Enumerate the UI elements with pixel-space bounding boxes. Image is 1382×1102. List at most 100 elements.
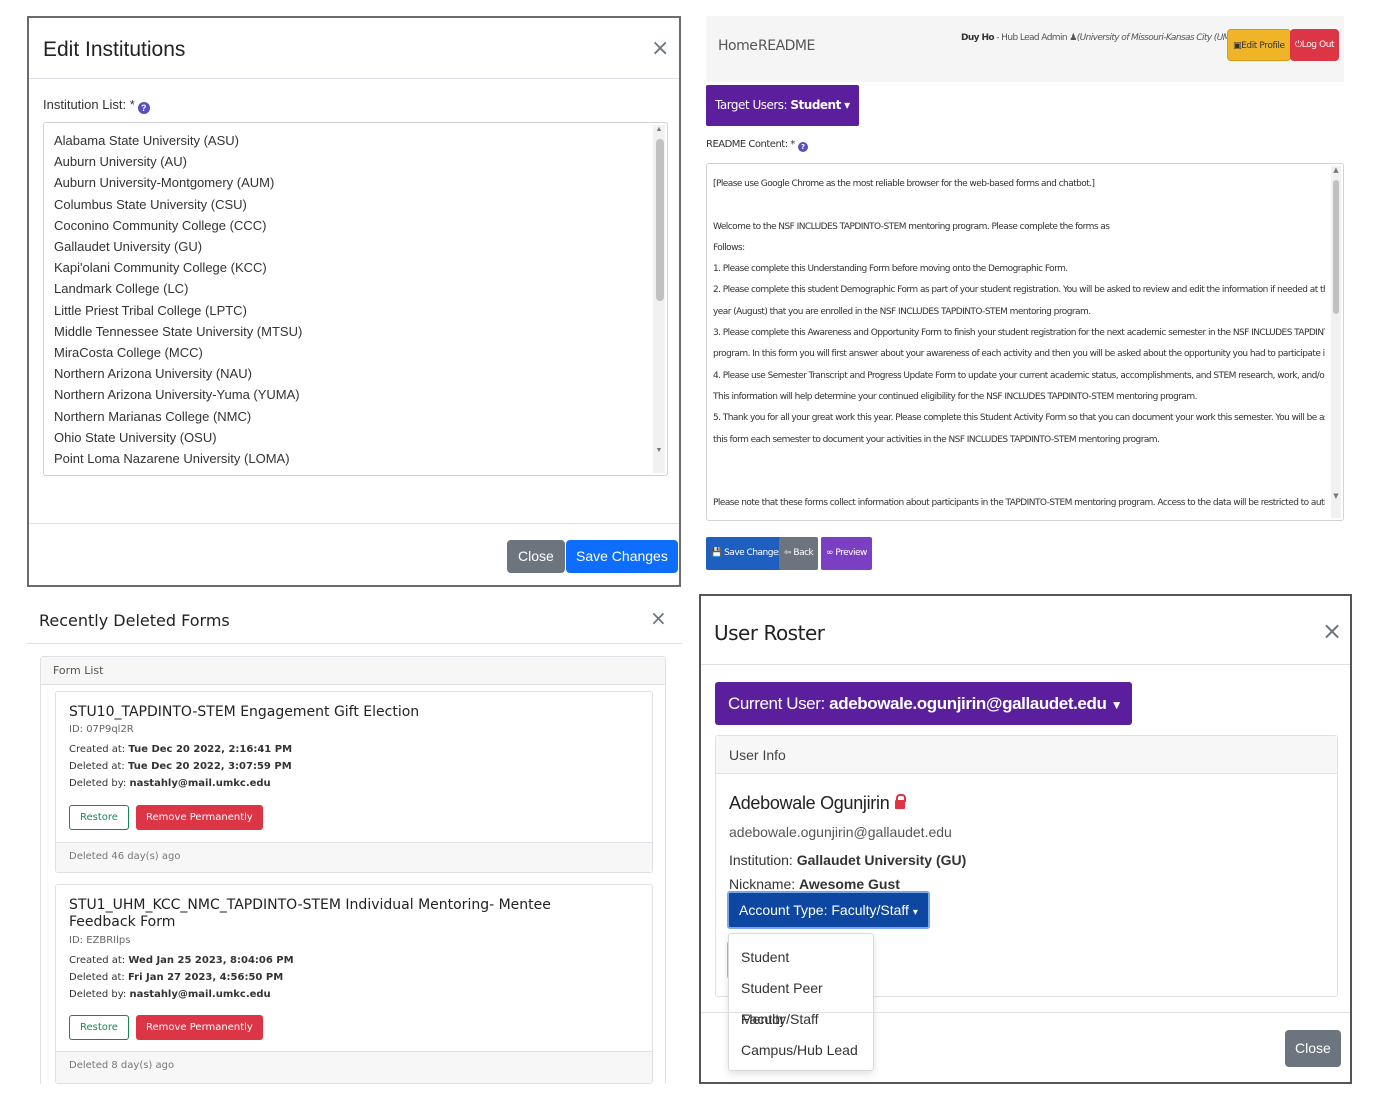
readme-line: 1. Please complete this Understanding Fo… [713, 264, 1068, 275]
readme-line: [Please use Google Chrome as the most re… [713, 179, 1095, 189]
institution-option[interactable]: Ohio State University (OSU) [54, 427, 667, 448]
institution-option[interactable]: Little Priest Tribal College (LPTC) [54, 300, 667, 321]
nav-readme-link[interactable]: README [758, 38, 815, 54]
remove-permanently-button[interactable]: Remove Permanently [136, 1015, 263, 1040]
close-icon[interactable]: × [650, 608, 667, 628]
institution-option[interactable]: Gallaudet University (GU) [54, 236, 667, 257]
close-icon[interactable]: × [1322, 619, 1342, 643]
account-type-option[interactable]: Student Peer Mentor [729, 973, 873, 1027]
help-icon[interactable]: ? [797, 142, 808, 152]
created-at: Created at: Tue Dec 20 2022, 2:16:41 PM [69, 744, 292, 755]
readme-line [713, 451, 1325, 472]
back-button[interactable]: ⇦ Back [779, 537, 819, 570]
institution-option[interactable]: Auburn University (AU) [54, 151, 667, 172]
modal-title: User Roster [714, 621, 825, 645]
form-title: STU1_UHM_KCC_NMC_TAPDINTO-STEM Individua… [69, 897, 551, 913]
restore-button[interactable]: Restore [69, 1015, 129, 1040]
current-user-email: adebowale.ogunjirin@gallaudet.edu [829, 694, 1107, 713]
caret-down-icon: ▾ [844, 98, 850, 112]
account-type-label: Account Type: Faculty/Staff [739, 902, 909, 918]
deleted-form-item: STU1_UHM_KCC_NMC_TAPDINTO-STEM Individua… [55, 884, 653, 1084]
scroll-up-icon[interactable]: ▲ [1331, 166, 1341, 174]
nav-home-link[interactable]: Home [718, 38, 758, 54]
scrollbar-thumb[interactable] [656, 139, 664, 301]
nickname-value: Awesome Gust [799, 876, 900, 892]
institution-option[interactable]: Columbus State University (CSU) [54, 194, 667, 215]
scrollbar-thumb[interactable] [1333, 180, 1339, 314]
edit-profile-button[interactable]: ▣Edit Profile [1227, 29, 1291, 61]
readme-line: Please note that these forms collect inf… [713, 498, 1325, 509]
readme-content-textarea[interactable]: [Please use Google Chrome as the most re… [706, 163, 1344, 521]
readme-text: [Please use Google Chrome as the most re… [713, 174, 1325, 515]
scrollbar[interactable]: ▲ ▼ [653, 125, 665, 473]
restore-button[interactable]: Restore [69, 805, 129, 830]
institution-list: Alabama State University (ASU) Auburn Uni… [44, 123, 667, 469]
current-user-dropdown[interactable]: Current User: adebowale.ogunjirin@gallau… [715, 682, 1132, 725]
institution-option[interactable]: Northern Marianas College (NMC) [54, 406, 667, 427]
user-name: Adebowale Ogunjirin [729, 793, 907, 814]
divider [701, 1012, 1350, 1013]
user-info: Duy Ho - Hub Lead Admin ♟(University of … [961, 33, 1247, 43]
created-value: Wed Jan 25 2023, 8:04:06 PM [128, 955, 294, 966]
institution-option[interactable]: Auburn University-Montgomery (AUM) [54, 172, 667, 193]
deleted-value: Fri Jan 27 2023, 4:56:50 PM [127, 972, 284, 983]
institution-option[interactable]: MiraCosta College (MCC) [54, 342, 667, 363]
readme-editor-page: Home README Duy Ho - Hub Lead Admin ♟(Un… [704, 16, 1348, 584]
form-title: STU10_TAPDINTO-STEM Engagement Gift Elec… [69, 704, 420, 720]
user-institution: Institution: Gallaudet University (GU) [729, 852, 966, 868]
close-button[interactable]: Close [507, 540, 565, 573]
readme-line [713, 472, 1325, 493]
back-icon: ⇦ [784, 548, 792, 558]
scrollbar[interactable]: ▲ ▼ [1331, 166, 1341, 518]
institution-option[interactable]: Middle Tennessee State University (MTSU) [54, 321, 667, 342]
deleted-form-item: STU10_TAPDINTO-STEM Engagement Gift Elec… [55, 691, 653, 873]
logout-button[interactable]: ⏻Log Out [1290, 29, 1340, 61]
deleted-at: Deleted at: Fri Jan 27 2023, 4:56:50 PM [69, 972, 283, 983]
scroll-up-icon[interactable]: ▲ [653, 126, 665, 133]
current-user-prefix: Current User: [728, 694, 830, 713]
save-changes-button[interactable]: 💾 Save Changes [706, 537, 788, 570]
readme-line [713, 195, 1325, 216]
institution-list-select[interactable]: Alabama State University (ASU) Auburn Uni… [43, 122, 668, 476]
preview-button[interactable]: ∞ Preview [821, 537, 872, 570]
institution-option[interactable]: Coconino Community College (CCC) [54, 215, 667, 236]
institution-option[interactable]: Northern Arizona University-Yuma (YUMA) [54, 384, 667, 405]
modal-title: Recently Deleted Forms [39, 611, 230, 630]
user-icon: ♟ [1069, 33, 1077, 43]
remove-permanently-button[interactable]: Remove Permanently [136, 805, 263, 830]
user-info-header: User Info [716, 736, 1337, 774]
institution-option[interactable]: Northern Arizona University (NAU) [54, 363, 667, 384]
close-button[interactable]: Close [1285, 1030, 1341, 1067]
account-type-option[interactable]: Student [729, 942, 873, 973]
institution-option[interactable]: Landmark College (LC) [54, 278, 667, 299]
readme-line: Welcome to the NSF INCLUDES TAPDINTO-STE… [713, 221, 1110, 232]
power-icon: ⏻ [1295, 40, 1302, 50]
account-type-option[interactable]: Campus/Hub Lead [729, 1035, 873, 1066]
institution-option[interactable]: Point Loma Nazarene University (LOMA) [54, 448, 667, 469]
user-nickname: Nickname: Awesome Gust [729, 876, 900, 892]
created-label: Created at: [69, 744, 129, 755]
deleted-ago: Deleted 8 day(s) ago [56, 1051, 652, 1083]
institution-option[interactable]: Kapi'olani Community College (KCC) [54, 257, 667, 278]
institution-label: Institution: [729, 852, 797, 868]
unlock-icon[interactable] [895, 794, 907, 809]
close-icon[interactable]: × [651, 38, 669, 60]
institution-option[interactable]: Alabama State University (ASU) [54, 130, 667, 151]
form-id: ID: EZBRIlps [69, 935, 131, 946]
divider [29, 78, 679, 79]
institution-list-label: Institution List: *? [43, 97, 150, 114]
readme-line: Follows: [713, 242, 745, 253]
deleted-at: Deleted at: Tue Dec 20 2022, 3:07:59 PM [69, 761, 292, 772]
target-users-dropdown[interactable]: Target Users: Student ▾ [706, 85, 859, 126]
account-type-option[interactable]: Faculty/Staff [729, 1004, 873, 1035]
help-icon[interactable]: ? [137, 102, 150, 114]
edit-institutions-modal: Edit Institutions × Institution List: *?… [27, 16, 681, 587]
readme-content-label: README Content: *? [706, 139, 808, 152]
created-value: Tue Dec 20 2022, 2:16:41 PM [128, 744, 293, 755]
label-text: README Content: * [706, 139, 795, 150]
account-type-dropdown[interactable]: Account Type: Faculty/Staff ▾ [727, 891, 930, 929]
scroll-down-icon[interactable]: ▼ [1331, 492, 1341, 500]
readme-line: 4. Please use Semester Transcript and Pr… [713, 370, 1325, 381]
scroll-down-icon[interactable]: ▼ [653, 447, 665, 454]
save-changes-button[interactable]: Save Changes [566, 540, 678, 573]
